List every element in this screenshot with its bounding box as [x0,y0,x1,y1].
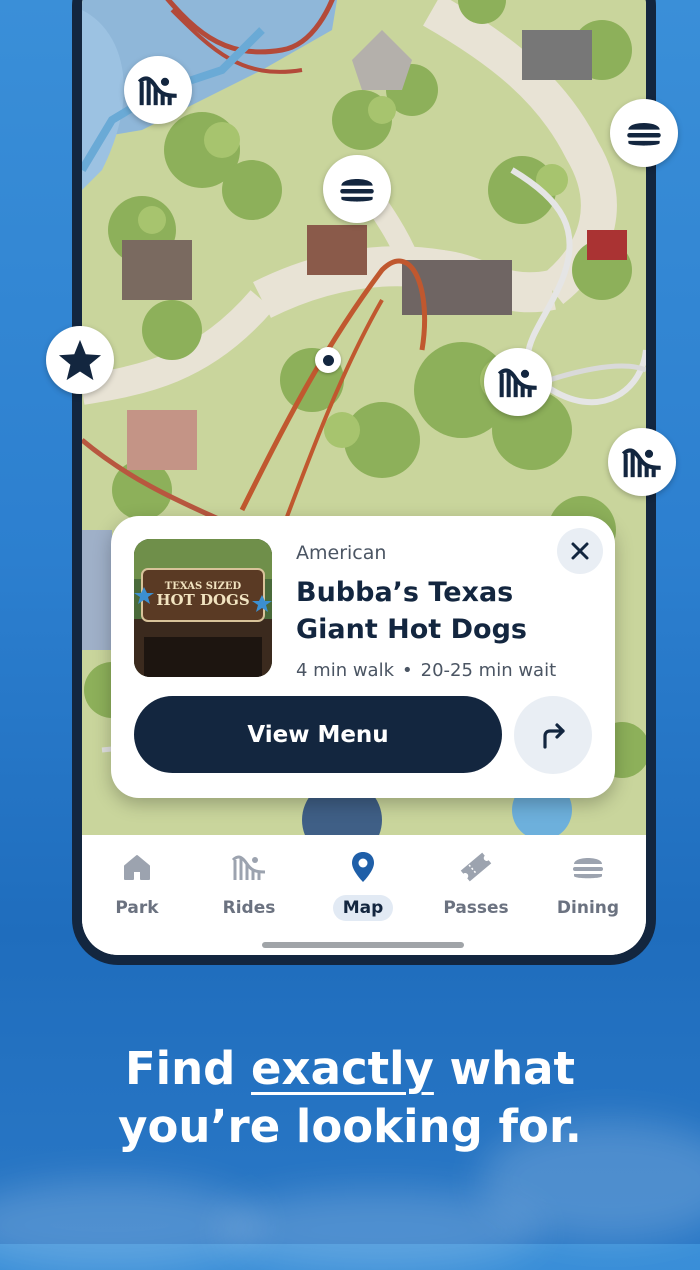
location-card[interactable]: TEXAS SIZED HOT DOGS American Bubba’s Te… [111,516,615,798]
star-icon [58,339,102,381]
coaster-icon [199,847,299,887]
close-button[interactable] [557,528,603,574]
tab-rides[interactable]: Rides [199,847,299,921]
dining-pin[interactable] [323,155,391,223]
headline-text: Find [124,1042,252,1095]
tab-bar: Park Rides Map Passes Dining [82,835,646,955]
dining-pin[interactable] [610,99,678,167]
home-indicator[interactable] [262,942,464,948]
headline-text: what [433,1042,576,1095]
tab-passes-label: Passes [443,898,509,918]
restaurant-category: American [296,542,387,564]
directions-button[interactable] [514,696,592,774]
restaurant-name: Bubba’s Texas Giant Hot Dogs [296,577,527,645]
tab-dining[interactable]: Dining [538,847,638,921]
headline-line-2: you’re looking for. [118,1100,582,1153]
coaster-icon [621,448,661,478]
ticket-icon [426,847,526,887]
headline-emphasis: exactly [251,1042,434,1095]
wait-time: 20-25 min wait [420,660,557,681]
tab-passes[interactable]: Passes [426,847,526,921]
restaurant-meta: 4 min walk • 20-25 min wait [296,660,556,681]
current-location-dot [315,347,341,373]
burger-icon [340,178,374,202]
promo-headline: Find exactly what you’re looking for. [0,1040,700,1156]
coaster-icon [137,76,177,106]
tab-park[interactable]: Park [87,847,187,921]
burger-icon [538,847,638,887]
walk-time: 4 min walk [296,660,395,681]
close-icon [571,542,589,560]
tab-map[interactable]: Map [313,847,413,921]
tab-map-label: Map [332,895,394,921]
ride-pin[interactable] [608,428,676,496]
tab-park-label: Park [115,898,159,918]
coaster-icon [497,368,537,398]
sign-text-main: HOT DOGS [156,591,249,609]
directions-arrow-icon [543,723,565,749]
phone-screen: Park Rides Map Passes Dining [82,0,646,955]
tab-dining-label: Dining [556,898,620,918]
meta-separator: • [402,660,413,681]
tab-rides-label: Rides [222,898,276,918]
burger-icon [627,122,661,146]
ride-pin[interactable] [124,56,192,124]
ride-pin[interactable] [484,348,552,416]
view-menu-button[interactable]: View Menu [134,696,502,773]
map-pin-icon [313,847,413,887]
home-icon [87,847,187,887]
headline-line-1: Find exactly what [0,1040,700,1098]
favorite-pin[interactable] [46,326,114,394]
restaurant-photo: TEXAS SIZED HOT DOGS [134,539,272,677]
